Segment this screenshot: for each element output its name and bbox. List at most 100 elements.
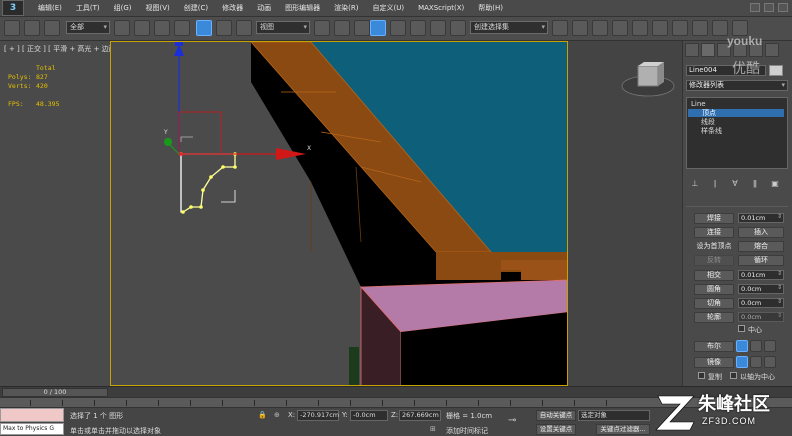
fuse-button[interactable]: 熔合	[738, 241, 784, 252]
rotate-icon[interactable]	[216, 20, 232, 36]
edit-named-selection-icon[interactable]	[450, 20, 466, 36]
layer-manager-icon[interactable]	[592, 20, 608, 36]
key-mode-icon[interactable]: ⊸	[508, 415, 516, 426]
weld-button[interactable]: 焊接	[694, 213, 734, 224]
selected-object-dropdown[interactable]: 选定对象	[578, 410, 650, 421]
y-coordinate-field[interactable]: -0.0cm	[350, 410, 388, 421]
pin-stack-icon[interactable]: ⊥	[689, 179, 701, 189]
move-icon[interactable]	[196, 20, 212, 36]
add-time-tag[interactable]: 添加时间标记	[446, 426, 488, 436]
stack-item-segment[interactable]: 线段	[701, 118, 715, 126]
viewport-label[interactable]: [ + ] [ 正交 ] [ 平滑 + 高光 + 边面 ]	[4, 44, 121, 54]
about-pivot-checkbox[interactable]	[730, 372, 737, 379]
menu-help[interactable]: 帮助(H)	[478, 3, 503, 13]
modifier-list-dropdown[interactable]: 修改器列表	[686, 80, 788, 91]
create-tab-icon[interactable]	[685, 43, 699, 57]
rect-selection-icon[interactable]	[154, 20, 170, 36]
named-selection-dropdown[interactable]: 创建选择集	[470, 21, 548, 34]
menu-create[interactable]: 创建(C)	[184, 3, 208, 13]
stack-item-spline[interactable]: 样条线	[701, 127, 722, 135]
time-tag-icon[interactable]: ⊞	[430, 425, 436, 433]
schematic-view-icon[interactable]	[652, 20, 668, 36]
auto-key-button[interactable]: 自动关键点	[536, 410, 576, 421]
boolean-union-icon[interactable]	[736, 340, 748, 352]
unlink-icon[interactable]	[24, 20, 40, 36]
percent-snap-icon[interactable]	[410, 20, 426, 36]
mirror-button[interactable]: 镜像	[694, 357, 734, 368]
select-manipulate-icon[interactable]	[334, 20, 350, 36]
fillet-value[interactable]: 0.0cm	[738, 284, 784, 294]
object-color-swatch[interactable]	[769, 65, 783, 76]
menu-modifiers[interactable]: 修改器	[222, 3, 243, 13]
material-editor-icon[interactable]	[672, 20, 688, 36]
weld-value[interactable]: 0.01cm	[738, 213, 784, 223]
show-end-result-icon[interactable]: ǀ	[709, 179, 721, 189]
graphite-tools-icon[interactable]	[612, 20, 628, 36]
viewcube-icon[interactable]	[620, 60, 676, 100]
make-unique-icon[interactable]: ∀	[729, 179, 741, 189]
boolean-subtract-icon[interactable]	[750, 340, 762, 352]
align-icon[interactable]	[572, 20, 588, 36]
window-crossing-icon[interactable]	[174, 20, 190, 36]
reverse-button[interactable]: 反转	[694, 255, 734, 266]
curve-editor-icon[interactable]	[632, 20, 648, 36]
x-coordinate-field[interactable]: -270.917cm	[297, 410, 339, 421]
angle-snap-icon[interactable]	[390, 20, 406, 36]
snaps-toggle-icon[interactable]	[370, 20, 386, 36]
bind-spacewarp-icon[interactable]	[44, 20, 60, 36]
mirror-both-icon[interactable]	[764, 356, 776, 368]
minimize-icon[interactable]	[750, 3, 760, 12]
cycle-button[interactable]: 循环	[738, 255, 784, 266]
chamfer-button[interactable]: 切角	[694, 298, 734, 309]
app-logo-icon[interactable]: 3	[2, 0, 24, 16]
mirror-icon[interactable]	[552, 20, 568, 36]
configure-sets-icon[interactable]: ▣	[769, 179, 781, 189]
menu-customize[interactable]: 自定义(U)	[372, 3, 404, 13]
close-icon[interactable]	[778, 3, 788, 12]
copy-checkbox[interactable]	[698, 372, 705, 379]
rendered-frame-icon[interactable]	[712, 20, 728, 36]
maxscript-listener-output[interactable]	[0, 408, 64, 422]
menu-graph-editors[interactable]: 图形编辑器	[285, 3, 320, 13]
stack-item-vertex[interactable]: 顶点	[688, 109, 784, 117]
crossinsert-button[interactable]: 相交	[694, 270, 734, 281]
center-checkbox[interactable]	[738, 325, 745, 332]
chamfer-value[interactable]: 0.0cm	[738, 298, 784, 308]
fillet-button[interactable]: 圆角	[694, 284, 734, 295]
insert-button[interactable]: 插入	[738, 227, 784, 238]
outline-button[interactable]: 轮廓	[694, 312, 734, 323]
modify-tab-icon[interactable]	[701, 43, 715, 57]
menu-edit[interactable]: 编辑(E)	[38, 3, 62, 13]
absolute-mode-icon[interactable]: ⊕	[274, 411, 280, 419]
perspective-viewport[interactable]: Y X	[110, 41, 568, 386]
menu-maxscript[interactable]: MAXScript(X)	[418, 4, 464, 12]
maximize-icon[interactable]	[764, 3, 774, 12]
menu-view[interactable]: 视图(V)	[146, 3, 170, 13]
remove-modifier-icon[interactable]: ǁ	[749, 179, 761, 189]
pivot-center-icon[interactable]	[314, 20, 330, 36]
boolean-button[interactable]: 布尔	[694, 341, 734, 352]
mirror-horizontal-icon[interactable]	[736, 356, 748, 368]
time-slider[interactable]: 0 / 100	[2, 388, 108, 397]
select-object-icon[interactable]	[114, 20, 130, 36]
outline-value[interactable]: 0.0cm	[738, 312, 784, 322]
boolean-intersect-icon[interactable]	[764, 340, 776, 352]
menu-group[interactable]: 组(G)	[114, 3, 132, 13]
stack-item-line[interactable]: Line	[691, 100, 706, 108]
scale-icon[interactable]	[236, 20, 252, 36]
menu-tools[interactable]: 工具(T)	[76, 3, 100, 13]
mirror-vertical-icon[interactable]	[750, 356, 762, 368]
render-setup-icon[interactable]	[692, 20, 708, 36]
menu-animation[interactable]: 动画	[257, 3, 271, 13]
maxscript-listener-input[interactable]: Max to Physics G	[0, 423, 64, 435]
spinner-snap-icon[interactable]	[430, 20, 446, 36]
crossinsert-value[interactable]: 0.01cm	[738, 270, 784, 280]
link-icon[interactable]	[4, 20, 20, 36]
menu-rendering[interactable]: 渲染(R)	[334, 3, 358, 13]
key-filters-button[interactable]: 关键点过滤器...	[596, 424, 650, 435]
select-by-name-icon[interactable]	[134, 20, 150, 36]
lock-selection-icon[interactable]: 🔒	[258, 411, 267, 419]
connect-button[interactable]: 连接	[694, 227, 734, 238]
ref-coord-dropdown[interactable]: 视图	[256, 21, 310, 34]
keyboard-shortcut-icon[interactable]	[354, 20, 370, 36]
